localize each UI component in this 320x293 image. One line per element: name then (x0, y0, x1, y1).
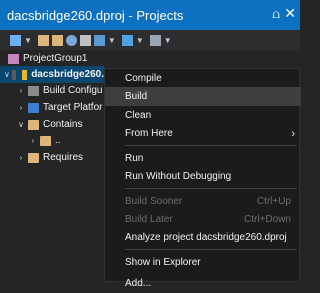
menu-separator (125, 145, 297, 146)
folder-icon (28, 152, 39, 163)
tree-item-label: Contains (43, 119, 83, 130)
tree-item-label: ProjectGroup1 (23, 53, 88, 64)
menu-item-label: Clean (125, 110, 152, 121)
menu-item-label: Run Without Debugging (125, 171, 232, 182)
menu-item-label: Add... (125, 278, 152, 289)
tree-item-contains[interactable]: ∨ Contains (16, 116, 82, 133)
chevron-down-icon[interactable]: ∨ (16, 120, 26, 129)
chevron-down-icon[interactable]: ▼ (108, 36, 116, 45)
chevron-right-icon[interactable]: › (16, 86, 26, 95)
chevron-right-icon: › (291, 127, 295, 140)
close-icon[interactable]: ✕ (284, 5, 296, 22)
run-icon[interactable] (121, 34, 133, 46)
tree-item-project-group[interactable]: ProjectGroup1 (6, 50, 87, 67)
tree-item-label: dacsbridge260. (31, 69, 104, 80)
menu-item-label: Compile (125, 73, 162, 84)
menu-item-build[interactable]: Build (105, 87, 301, 106)
chevron-right-icon[interactable]: › (16, 103, 26, 112)
menu-separator (125, 249, 297, 250)
menu-separator (125, 188, 297, 189)
tree-item-label: Requires (43, 152, 84, 163)
chevron-down-icon[interactable]: ▼ (164, 36, 172, 45)
tree-item-project[interactable]: ∨ dacsbridge260. (0, 66, 104, 83)
menu-item-add[interactable]: Add... (105, 274, 301, 293)
compile-icon[interactable] (93, 34, 105, 46)
menu-item-build-later[interactable]: Build Later Ctrl+Down (105, 210, 301, 229)
menu-item-show-in-explorer[interactable]: Show in Explorer (105, 253, 301, 272)
menu-item-label: Run (125, 153, 144, 164)
pin-icon[interactable]: ⩍ (272, 7, 280, 22)
toolbar: ▼ ▼ ▼ ▼ (0, 30, 300, 50)
folder-icon (40, 135, 51, 146)
project-group-icon (8, 53, 19, 64)
build-icon[interactable] (79, 34, 91, 46)
tree-item-target-platform[interactable]: › Target Platfor (16, 99, 103, 116)
add-icon[interactable] (10, 34, 21, 46)
open-folder-icon[interactable] (51, 34, 63, 46)
folder-icon (28, 119, 39, 130)
tree-item-parent[interactable]: › .. (28, 132, 61, 149)
title-bar: dacsbridge260.dproj - Projects ⩍ ✕ (0, 0, 300, 30)
project-icon (21, 69, 28, 80)
build-config-icon (28, 85, 39, 96)
tree-item-build-config[interactable]: › Build Configu (16, 82, 103, 99)
menu-item-label: Build Later (125, 214, 173, 225)
menu-item-shortcut: Ctrl+Down (244, 214, 291, 225)
chevron-down-icon[interactable]: ∨ (4, 70, 10, 79)
menu-item-run[interactable]: Run (105, 149, 301, 168)
menu-item-compile[interactable]: Compile (105, 69, 301, 88)
tree-item-label: .. (55, 135, 61, 146)
chevron-down-icon[interactable]: ▼ (136, 36, 144, 45)
target-platform-icon (28, 102, 39, 113)
chevron-right-icon[interactable]: › (28, 136, 38, 145)
menu-item-label: Show in Explorer (125, 257, 201, 268)
tree-item-label: Build Configu (43, 85, 103, 96)
chevron-right-icon[interactable]: › (16, 153, 26, 162)
menu-item-shortcut: Ctrl+Up (256, 196, 291, 207)
menu-item-run-without-debugging[interactable]: Run Without Debugging (105, 167, 301, 186)
chevron-down-icon[interactable]: ▼ (24, 36, 32, 45)
menu-item-build-sooner[interactable]: Build Sooner Ctrl+Up (105, 192, 301, 211)
menu-item-from-here[interactable]: From Here › (105, 124, 301, 143)
menu-item-label: From Here (125, 128, 173, 139)
menu-item-analyze-project[interactable]: Analyze project dacsbridge260.dproj (105, 228, 301, 247)
options-icon[interactable] (149, 34, 161, 46)
menu-item-clean[interactable]: Clean (105, 106, 301, 125)
menu-item-label: Build Sooner (125, 196, 183, 207)
menu-item-label: Analyze project dacsbridge260.dproj (125, 232, 287, 243)
window-title: dacsbridge260.dproj - Projects (7, 7, 184, 23)
sync-icon[interactable] (65, 34, 77, 46)
tree-item-requires[interactable]: › Requires (16, 149, 83, 166)
new-folder-icon[interactable] (37, 34, 49, 46)
menu-item-label: Build (125, 91, 148, 102)
tree-item-label: Target Platfor (43, 102, 103, 113)
checkbox-icon[interactable] (11, 69, 16, 80)
context-menu: Compile Build Clean From Here › Run Run W… (104, 68, 301, 289)
